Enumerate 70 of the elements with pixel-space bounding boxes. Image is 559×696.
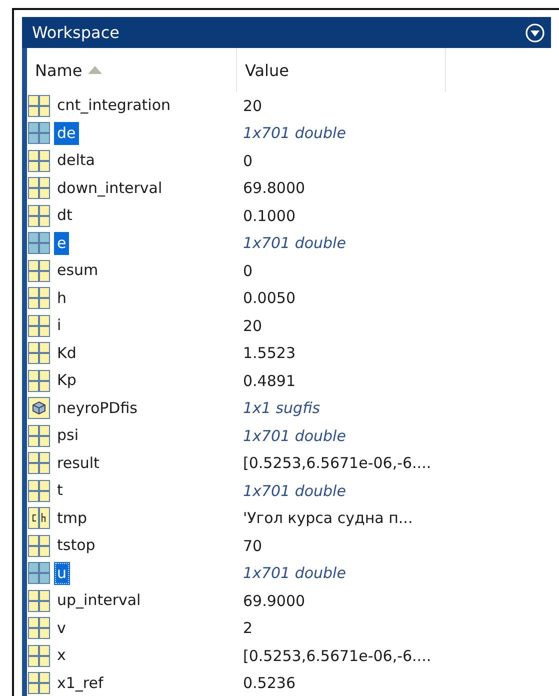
variable-value: 0.0050	[243, 289, 296, 308]
variable-value: [0.5253,6.5671e-06,-6....	[243, 454, 432, 472]
matrix-icon	[28, 260, 50, 282]
matrix-icon	[28, 177, 50, 200]
column-header[interactable]: Value	[237, 48, 446, 92]
variable-name[interactable]: e	[54, 232, 70, 255]
variable-value: 2	[243, 619, 253, 638]
cube-icon	[28, 397, 50, 420]
variable-name[interactable]: tstop	[54, 534, 98, 558]
variable-value: 1.5523	[243, 344, 296, 362]
variable-name[interactable]: psi	[54, 424, 82, 448]
variable-name[interactable]: t	[54, 479, 66, 502]
variable-name[interactable]: Kd	[54, 342, 80, 365]
variable-name[interactable]: delta	[54, 149, 98, 172]
variable-name[interactable]: down_interval	[54, 176, 166, 200]
matrix-icon	[28, 287, 50, 310]
variable-name[interactable]: x	[54, 644, 69, 668]
matrix-icon	[28, 232, 50, 254]
variable-name[interactable]: esum	[54, 259, 102, 282]
variable-name[interactable]: cnt_integration	[54, 94, 174, 118]
variable-name[interactable]: v	[54, 616, 69, 640]
matrix-icon	[28, 204, 50, 227]
variable-name[interactable]: Kp	[54, 369, 80, 392]
column-header[interactable]: Name	[27, 48, 237, 92]
variable-name[interactable]: up_interval	[54, 589, 144, 612]
variable-value: 20	[243, 316, 262, 335]
matrix-icon	[28, 562, 50, 584]
variable-name[interactable]: i	[54, 314, 64, 338]
variable-value: 0	[243, 152, 253, 170]
variable-name[interactable]: tmp	[54, 506, 90, 530]
matrix-icon	[28, 314, 50, 337]
matrix-icon	[28, 150, 50, 172]
variable-value: 1x701 double	[243, 564, 346, 582]
variable-name[interactable]: neyroPDfis	[54, 396, 140, 420]
matrix-icon	[28, 370, 50, 392]
dropdown-icon[interactable]	[525, 22, 545, 42]
variable-name[interactable]: de	[54, 122, 79, 145]
matrix-icon	[28, 424, 50, 447]
variable-value: [0.5253,6.5671e-06,-6....	[243, 646, 432, 665]
panel-title: Workspace	[32, 23, 120, 42]
variable-value: 69.8000	[243, 179, 306, 198]
variable-value: 1x701 double	[243, 124, 346, 142]
variable-value: 'Угол курса судна п...	[243, 509, 413, 528]
matrix-icon	[28, 590, 50, 612]
matrix-icon	[28, 534, 50, 557]
variable-name[interactable]: dt	[54, 204, 76, 228]
variable-name[interactable]: h	[54, 286, 70, 310]
variable-name[interactable]: x1_ref	[54, 672, 106, 695]
variable-name[interactable]: u	[54, 562, 70, 585]
variable-value: 0	[243, 262, 253, 280]
variable-value: 1x701 double	[243, 426, 346, 445]
matrix-icon	[28, 480, 50, 502]
variable-value: 1x701 double	[243, 234, 346, 252]
variable-value: 69.9000	[243, 592, 306, 610]
matrix-icon	[28, 617, 50, 640]
variable-value: 1x701 double	[243, 482, 346, 500]
variable-value: 0.5236	[243, 674, 296, 692]
variable-value: 0.1000	[243, 206, 296, 225]
char-icon	[28, 507, 50, 530]
variable-value: 70	[243, 536, 262, 555]
matrix-icon	[28, 342, 50, 364]
matrix-icon	[28, 94, 50, 117]
variable-value: 1x1 sugfis	[243, 399, 320, 418]
matrix-icon	[28, 122, 50, 144]
matrix-icon	[28, 672, 50, 694]
variable-name[interactable]: result	[54, 452, 102, 475]
matrix-icon	[28, 644, 50, 667]
variable-value: 20	[243, 96, 262, 115]
variable-value: 0.4891	[243, 372, 296, 390]
matrix-icon	[28, 452, 50, 474]
